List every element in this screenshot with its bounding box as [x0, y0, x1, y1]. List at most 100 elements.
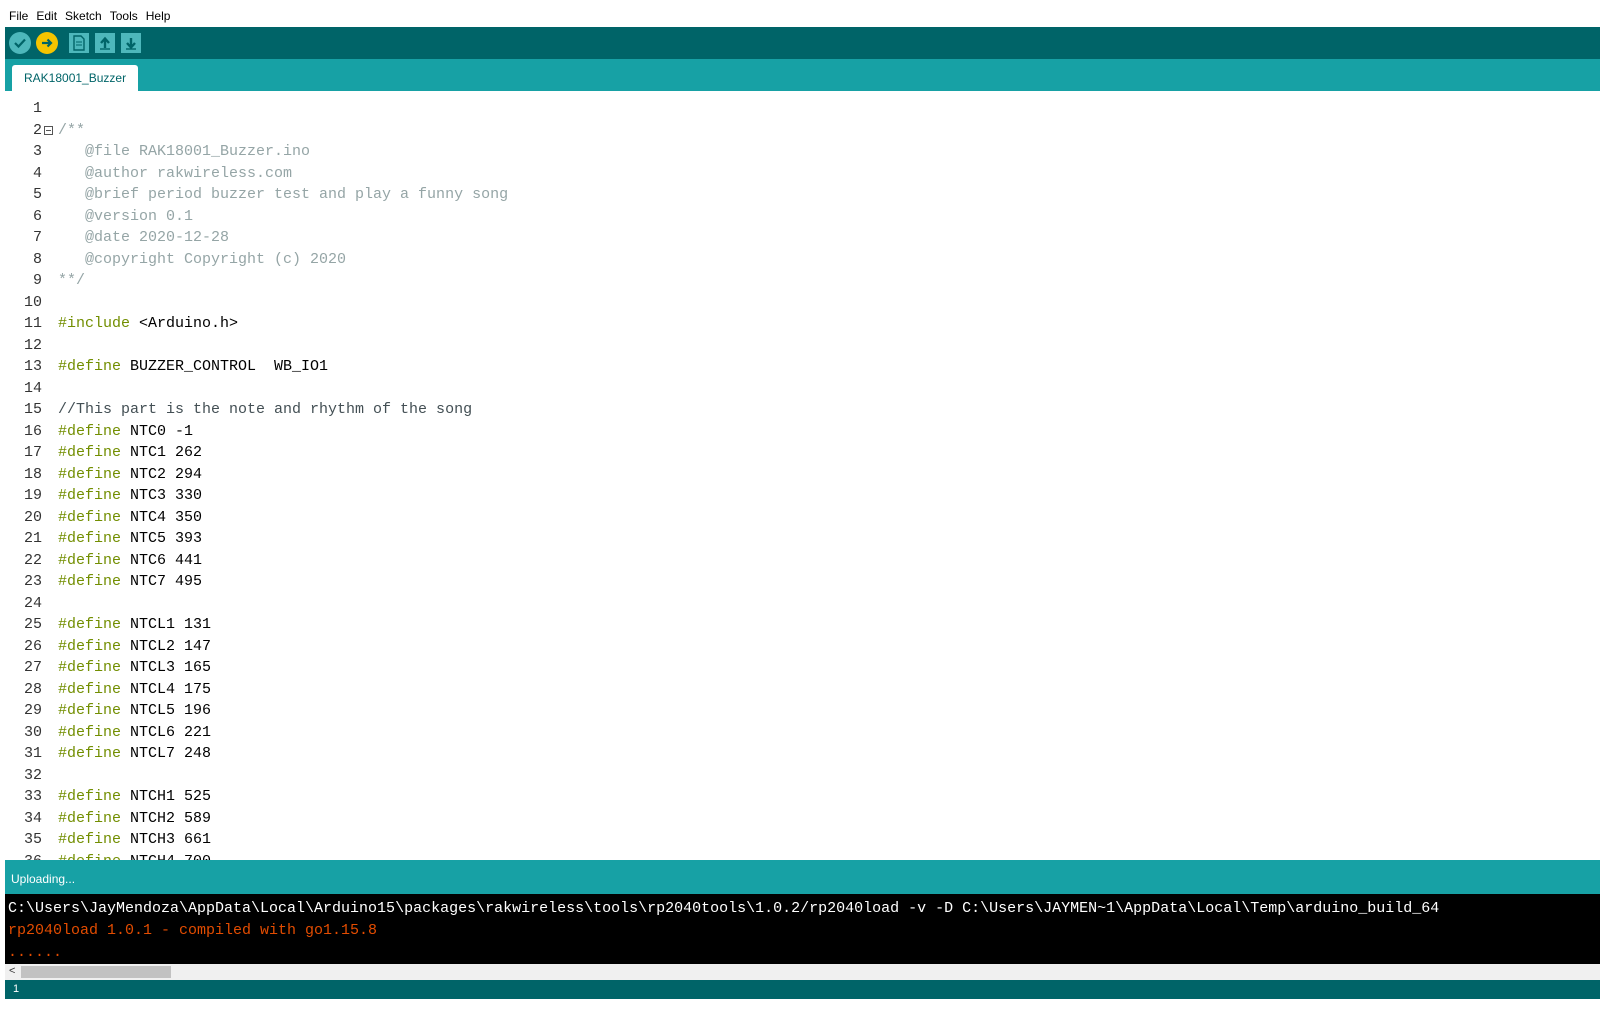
code-text: #define NTCL4 175 [58, 679, 211, 700]
code-line: 18 #define NTC2 294 [5, 464, 1600, 485]
code-line: 12 [5, 335, 1600, 356]
toolbar [5, 27, 1600, 59]
code-text: #define NTCL7 248 [58, 743, 211, 764]
code-text: #define NTCL5 196 [58, 700, 211, 721]
code-token: #define [58, 745, 122, 762]
save-sketch-button[interactable] [120, 32, 142, 54]
menu-file[interactable]: File [5, 5, 32, 27]
code-token: @brief period buzzer test and play a fun… [58, 186, 509, 203]
line-number: 33 [23, 788, 42, 805]
code-token: /** [58, 121, 86, 139]
verify-button[interactable] [9, 32, 31, 54]
code-text: #define NTCL2 147 [58, 636, 211, 657]
code-line: 7 @date 2020-12-28 [5, 227, 1600, 248]
menu-sketch[interactable]: Sketch [61, 5, 106, 27]
line-number: 17 [23, 444, 42, 461]
scrollbar-thumb[interactable] [21, 966, 171, 978]
code-token: #define [58, 487, 122, 504]
code-line: 3 @file RAK18001_Buzzer.ino [5, 141, 1600, 162]
code-line: 25 #define NTCL1 131 [5, 614, 1600, 635]
code-token: #include [58, 315, 131, 332]
code-token: @file RAK18001_Buzzer.ino [58, 143, 311, 160]
code-token: @author rakwireless.com [58, 164, 293, 182]
code-line: 36 #define NTCH4 700 [5, 851, 1600, 861]
menu-help[interactable]: Help [142, 5, 175, 27]
code-text: #define NTCH3 661 [58, 829, 211, 850]
code-token: #define [58, 444, 122, 461]
code-text: //This part is the note and rhythm of th… [58, 399, 472, 420]
code-line: 23 #define NTC7 495 [5, 571, 1600, 592]
code-line: 33 #define NTCH1 525 [5, 786, 1600, 807]
code-text: #define NTC5 393 [58, 528, 202, 549]
code-token: <Arduino.h> [130, 315, 239, 332]
code-text: #define NTC2 294 [58, 464, 202, 485]
console-line: ...... [8, 944, 63, 961]
line-number: 2 [32, 121, 42, 139]
line-number: 9 [32, 272, 42, 289]
tab-rak18001-buzzer[interactable]: RAK18001_Buzzer [12, 65, 139, 91]
code-token: NTC7 495 [121, 573, 203, 590]
code-token: NTC4 350 [121, 508, 203, 526]
menu-tools[interactable]: Tools [106, 5, 142, 27]
line-number: 28 [23, 680, 42, 698]
line-number: 26 [23, 637, 42, 655]
code-line: 34 #define NTCH2 589 [5, 808, 1600, 829]
line-number: 21 [23, 530, 42, 547]
code-line: 28 #define NTCL4 175 [5, 679, 1600, 700]
code-token: NTCH3 661 [121, 831, 212, 848]
line-number: 32 [23, 766, 42, 784]
code-token: @copyright Copyright (c) 2020 [58, 250, 347, 268]
code-line: 32 [5, 765, 1600, 786]
code-text: @version 0.1 [58, 206, 193, 227]
code-line: 19 #define NTC3 330 [5, 485, 1600, 506]
code-text: #define NTC1 262 [58, 442, 202, 463]
code-token: @version 0.1 [58, 207, 194, 225]
code-text: /** [58, 120, 85, 141]
code-token: #define [58, 616, 122, 633]
code-text: @date 2020-12-28 [58, 227, 229, 248]
scroll-left-icon[interactable]: < [9, 965, 15, 977]
line-number: 11 [23, 315, 42, 332]
code-line: 17 #define NTC1 262 [5, 442, 1600, 463]
code-line: 27 #define NTCL3 165 [5, 657, 1600, 678]
code-token: NTCL1 131 [121, 616, 212, 633]
menu-edit[interactable]: Edit [32, 5, 61, 27]
code-text: @copyright Copyright (c) 2020 [58, 249, 346, 270]
code-line: 6 @version 0.1 [5, 206, 1600, 227]
code-line: 22 #define NTC6 441 [5, 550, 1600, 571]
line-number: 34 [23, 809, 42, 827]
code-line: 24 [5, 593, 1600, 614]
code-text: **/ [58, 270, 85, 291]
arrow-down-icon [121, 33, 141, 53]
code-text: #define NTC6 441 [58, 550, 202, 571]
console-horizontal-scrollbar[interactable]: < [5, 964, 1600, 980]
code-text: #define NTCL1 131 [58, 614, 211, 635]
open-sketch-button[interactable] [94, 32, 116, 54]
new-sketch-button[interactable] [68, 32, 90, 54]
line-number: 4 [32, 164, 42, 182]
code-line: 16 #define NTC0 -1 [5, 421, 1600, 442]
fold-toggle-icon[interactable] [44, 125, 53, 135]
code-token: #define [58, 680, 122, 698]
code-token: #define [58, 659, 122, 676]
line-number: 30 [23, 723, 42, 741]
code-token: NTCL3 165 [121, 659, 212, 676]
line-number: 22 [23, 551, 42, 569]
line-number: 8 [32, 250, 42, 268]
code-text: #include <Arduino.h> [58, 313, 238, 334]
line-number: 7 [32, 229, 42, 246]
upload-button[interactable] [36, 32, 58, 54]
code-token: NTCH2 589 [121, 809, 212, 827]
code-text: #define NTCH1 525 [58, 786, 211, 807]
code-text: #define NTC4 350 [58, 507, 202, 528]
code-token: NTCL4 175 [121, 680, 212, 698]
code-token: NTC3 330 [121, 487, 203, 504]
code-token: #define [58, 637, 122, 655]
code-line: 2 /** [5, 120, 1600, 141]
code-token: #define [58, 853, 121, 861]
code-editor[interactable]: 1 2 /** 3 @file RAK18001_Buzzer.ino 4 @autho… [5, 91, 1600, 860]
console-output: C:\Users\JayMendoza\AppData\Local\Arduin… [5, 894, 1600, 968]
code-token: NTCL5 196 [121, 702, 212, 719]
line-number: 14 [23, 379, 42, 397]
code-line: 30 #define NTCL6 221 [5, 722, 1600, 743]
